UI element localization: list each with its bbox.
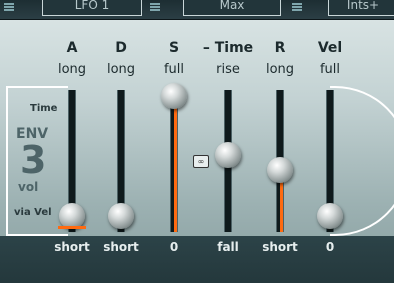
column-bottom-value: 0 (325, 240, 335, 254)
column-label: D (115, 40, 127, 56)
menu-icon[interactable] (4, 3, 14, 12)
via-vel-marker (58, 226, 86, 229)
column-top-value: long (106, 62, 136, 77)
lfo-selector-button[interactable]: LFO 1 (42, 0, 142, 16)
ints-selector-button[interactable]: Ints+ (328, 0, 394, 16)
column-top-value: rise (216, 62, 240, 77)
menu-icon[interactable] (150, 3, 160, 12)
link-icon[interactable]: ∞ (193, 155, 209, 168)
max-selector-button[interactable]: Max (183, 0, 281, 16)
slider-track[interactable] (170, 90, 178, 232)
column-label: S (168, 40, 180, 56)
column-label: – Time (202, 40, 254, 56)
slider-knob[interactable] (161, 83, 187, 109)
menu-icon[interactable] (292, 3, 302, 12)
column-bottom-value: short (103, 240, 139, 254)
column-top-value: full (163, 62, 185, 77)
slider-fill (174, 96, 177, 232)
column-bottom-value: 0 (169, 240, 179, 254)
slider-knob[interactable] (215, 141, 241, 168)
column-top-value: full (319, 62, 341, 77)
column-label: Vel (317, 40, 343, 56)
column-bottom-value: fall (217, 240, 239, 254)
top-bar: LFO 1 Max Ints+ (0, 0, 394, 20)
